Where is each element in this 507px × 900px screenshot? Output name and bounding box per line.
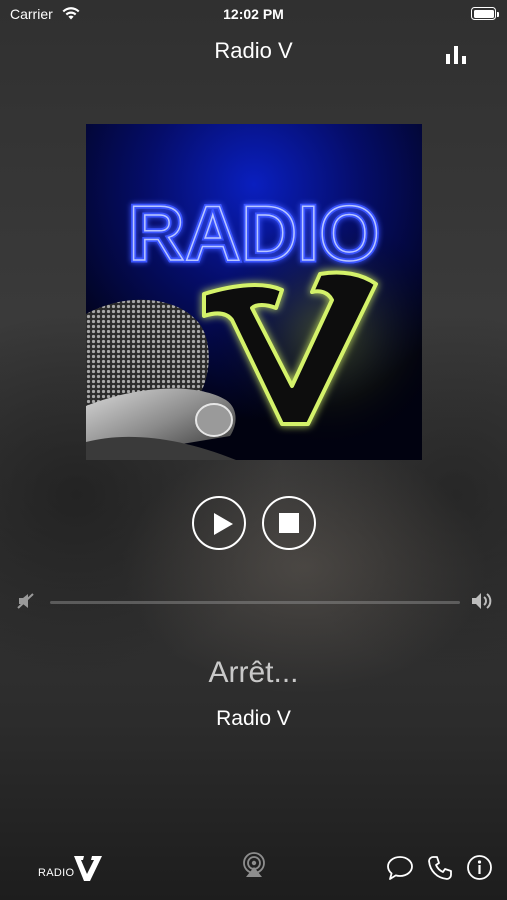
station-artwork: RADIO RADIO [86,124,422,460]
play-icon [214,513,233,535]
volume-slider[interactable] [50,601,460,604]
airplay-icon[interactable] [240,851,268,879]
page-title: Radio V [214,38,293,63]
speaker-muted-icon [16,592,36,610]
phone-icon[interactable] [427,855,453,881]
artwork-radio-text-core: RADIO [128,189,379,277]
stop-icon [279,513,299,533]
chat-bubble-icon[interactable] [386,855,414,881]
info-icon[interactable] [466,854,493,881]
playback-status: Arrêt... [208,656,299,689]
speaker-loud-icon [470,590,494,612]
stop-button[interactable] [262,496,316,550]
clock: 12:02 PM [223,6,284,22]
equalizer-bars-icon[interactable] [440,40,474,68]
battery-icon [471,7,499,21]
logo-word: RADIO [38,867,75,879]
radio-v-logo: RADIO [36,852,106,882]
status-bar: Carrier 12:02 PM [0,0,507,30]
station-name: Radio V [216,707,291,730]
logo-v-icon [74,856,102,881]
play-button[interactable] [192,496,246,550]
